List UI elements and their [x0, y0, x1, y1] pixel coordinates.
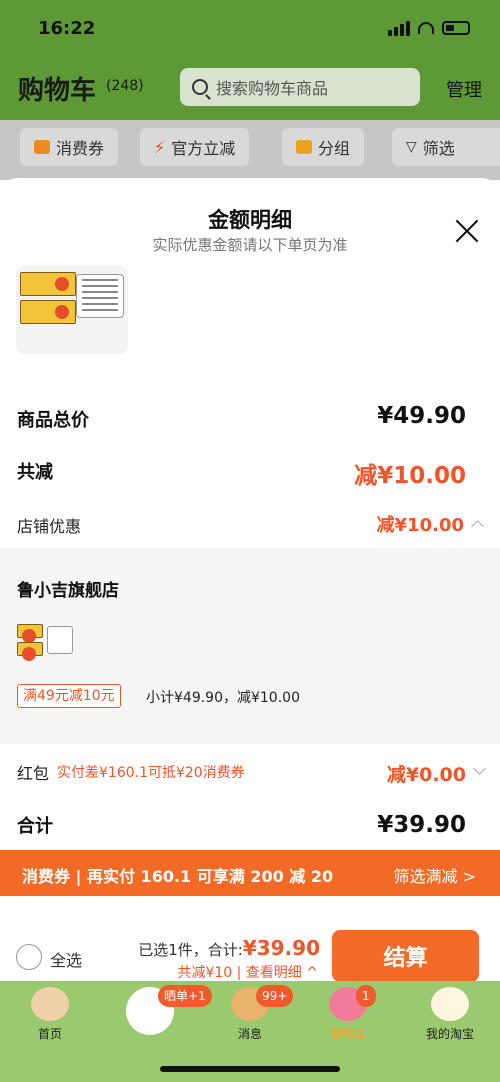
chip-official-discount[interactable]: ⚡ 官方立减: [140, 128, 250, 166]
checkout-bar: 全选 已选1件，合计:¥39.90 共减¥10 | 查看明细 ^ 结算: [0, 896, 500, 981]
messages-badge: 99+: [256, 985, 294, 1007]
promo-tag: 满49元减10元: [17, 684, 121, 708]
view-detail-link[interactable]: 共减¥10 | 查看明细 ^: [177, 962, 318, 981]
chevron-up-icon[interactable]: [471, 520, 484, 533]
search-icon: [192, 79, 208, 95]
sum-label: 合计: [17, 816, 53, 837]
status-icons: [388, 20, 470, 36]
my-taobao-mascot-icon: [431, 987, 469, 1021]
total-price-label: 商品总价: [17, 410, 89, 431]
amount-detail-sheet: 金额明细 实际优惠金额请以下单页为准 商品总价 ¥49.90 共减 减¥10.0…: [0, 178, 500, 981]
tab-cart[interactable]: 购物车: [308, 981, 388, 1051]
home-indicator: [160, 1066, 340, 1072]
page-title: 购物车: [18, 76, 97, 106]
signal-icon: [388, 20, 410, 36]
shop-discount-label: 店铺优惠: [17, 517, 82, 536]
reduce-value: 减¥10.00: [354, 463, 466, 489]
battery-icon: [442, 21, 470, 35]
chip-group[interactable]: 分组: [282, 128, 365, 166]
search-input[interactable]: 搜索购物车商品: [180, 68, 420, 106]
chevron-down-icon[interactable]: [473, 762, 486, 775]
hongbao-label: 红包: [17, 764, 50, 783]
hongbao-note: 实付差¥160.1可抵¥20消费券: [57, 765, 245, 781]
tab-home[interactable]: 首页: [10, 981, 90, 1051]
cart-badge: 1: [356, 985, 376, 1007]
coupon-banner[interactable]: 消费券 | 再实付 160.1 可享满 200 减 20 筛选满减 >: [0, 850, 500, 896]
banner-text: 消费券 | 再实付 160.1 可享满 200 减 20: [22, 867, 334, 886]
filter-chip-bar: 消费券 ⚡ 官方立减 分组 ▽ 筛选: [0, 120, 500, 180]
status-bar: 16:22: [0, 16, 500, 46]
select-all-label[interactable]: 全选: [50, 947, 82, 971]
close-icon[interactable]: [454, 218, 480, 244]
tab-label: 我的淘宝: [425, 1027, 474, 1041]
shop-detail-section: 鲁小吉旗舰店 满49元减10元 小计¥49.90，减¥10.00: [0, 548, 500, 744]
checkout-button[interactable]: 结算: [332, 930, 479, 981]
selected-summary: 已选1件，合计:¥39.90: [138, 936, 320, 960]
reduce-label: 共减: [17, 462, 53, 483]
chip-label: 筛选: [422, 139, 455, 158]
tab-label: 消息: [237, 1027, 262, 1041]
total-price-value: ¥49.90: [377, 403, 466, 429]
wifi-icon: [418, 22, 434, 34]
lightning-icon: ⚡: [154, 137, 166, 157]
ticket-icon: [34, 140, 50, 154]
shop-name: 鲁小吉旗舰店: [17, 581, 119, 601]
product-thumbnail: [16, 266, 128, 354]
tab-bar: 首页 晒单+1 消息 99+ 购物车 1 我的淘宝: [0, 981, 500, 1082]
chip-filter[interactable]: ▽ 筛选: [392, 128, 500, 166]
tab-label: 首页: [37, 1027, 62, 1041]
chip-label: 消费券: [56, 139, 105, 158]
manage-button[interactable]: 管理: [446, 76, 482, 102]
share-badge: 晒单+1: [158, 985, 212, 1007]
tab-label: 购物车: [329, 1027, 366, 1041]
cart-count: (248): [106, 78, 144, 94]
shop-product-thumbnail: [17, 624, 75, 661]
hongbao-value[interactable]: 减¥0.00: [387, 760, 466, 787]
status-time: 16:22: [38, 18, 96, 39]
promo-subtotal: 小计¥49.90，减¥10.00: [146, 690, 300, 706]
filter-icon: ▽: [406, 139, 417, 155]
folder-icon: [296, 140, 312, 154]
chip-coupon[interactable]: 消费券: [20, 128, 119, 166]
sum-value: ¥39.90: [377, 812, 466, 838]
filter-full-reduce-link[interactable]: 筛选满减 >: [394, 863, 477, 887]
chip-label: 官方立减: [171, 139, 236, 158]
search-placeholder: 搜索购物车商品: [216, 79, 329, 98]
chip-label: 分组: [318, 139, 351, 158]
home-mascot-icon: [31, 987, 69, 1021]
select-all-radio[interactable]: [16, 944, 42, 970]
checkout-amount: ¥39.90: [242, 936, 320, 960]
tab-my-taobao[interactable]: 我的淘宝: [410, 981, 490, 1051]
sheet-title: 金额明细: [208, 208, 292, 232]
sheet-subtitle: 实际优惠金额请以下单页为准: [152, 236, 348, 254]
shop-discount-value[interactable]: 减¥10.00: [377, 511, 464, 537]
selected-prefix: 已选1件，合计:: [138, 941, 243, 959]
